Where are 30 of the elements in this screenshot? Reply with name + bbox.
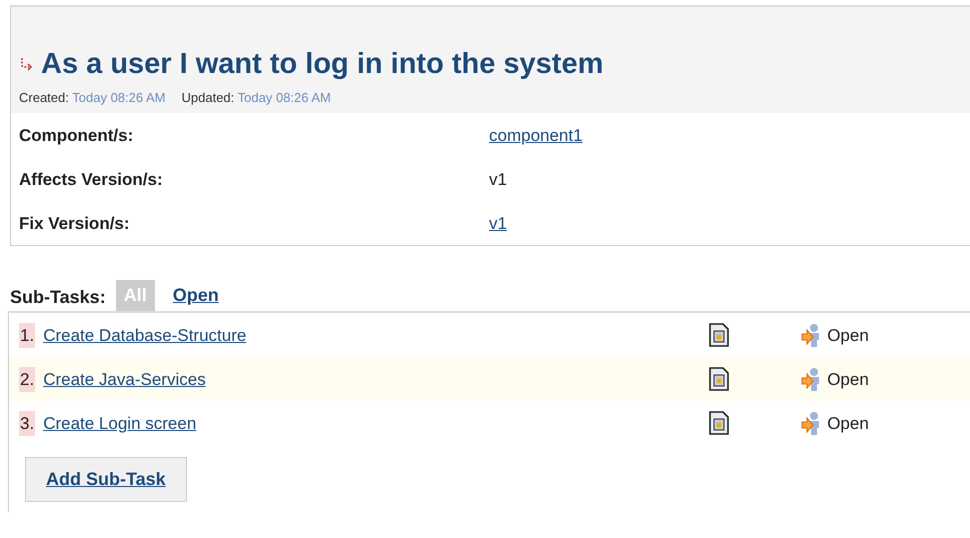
field-label: Fix Version/s: [19,212,131,235]
subtask-link[interactable]: Create Login screen [43,414,196,433]
document-icon [709,367,730,392]
field-value: v1 [489,168,507,191]
date-label: Updated: [182,90,234,105]
field-value-link[interactable]: component1 [489,122,583,148]
status-text: Open [827,324,869,347]
subtask-arrow-icon [19,57,33,72]
subtask-link[interactable]: Create Java-Services [43,370,206,389]
status-user-icon [801,367,822,392]
row-number: 1. [19,322,36,348]
date-value: Today 08:26 AM [238,90,331,105]
row-number: 2. [19,366,36,392]
field-value-link[interactable]: v1 [489,210,507,236]
field-label: Component/s: [19,124,134,147]
status-text: Open [827,412,869,435]
subtask-link[interactable]: Create Database-Structure [43,326,246,345]
filter-tab[interactable]: Open [164,280,227,312]
field-label: Affects Version/s: [19,168,164,191]
subtasks-label: Sub-Tasks: [10,287,106,308]
date-value: Today 08:26 AM [72,90,166,105]
issue-title: As a user I want to log in into the system [41,47,604,82]
add-subtask-button[interactable]: Add Sub-Task [25,457,187,502]
status-user-icon [801,411,822,436]
status-text: Open [827,368,869,391]
document-icon [709,411,730,436]
status-user-icon [801,323,822,348]
row-number: 3. [19,410,36,436]
document-icon [709,323,730,348]
date-label: Created: [19,90,69,105]
